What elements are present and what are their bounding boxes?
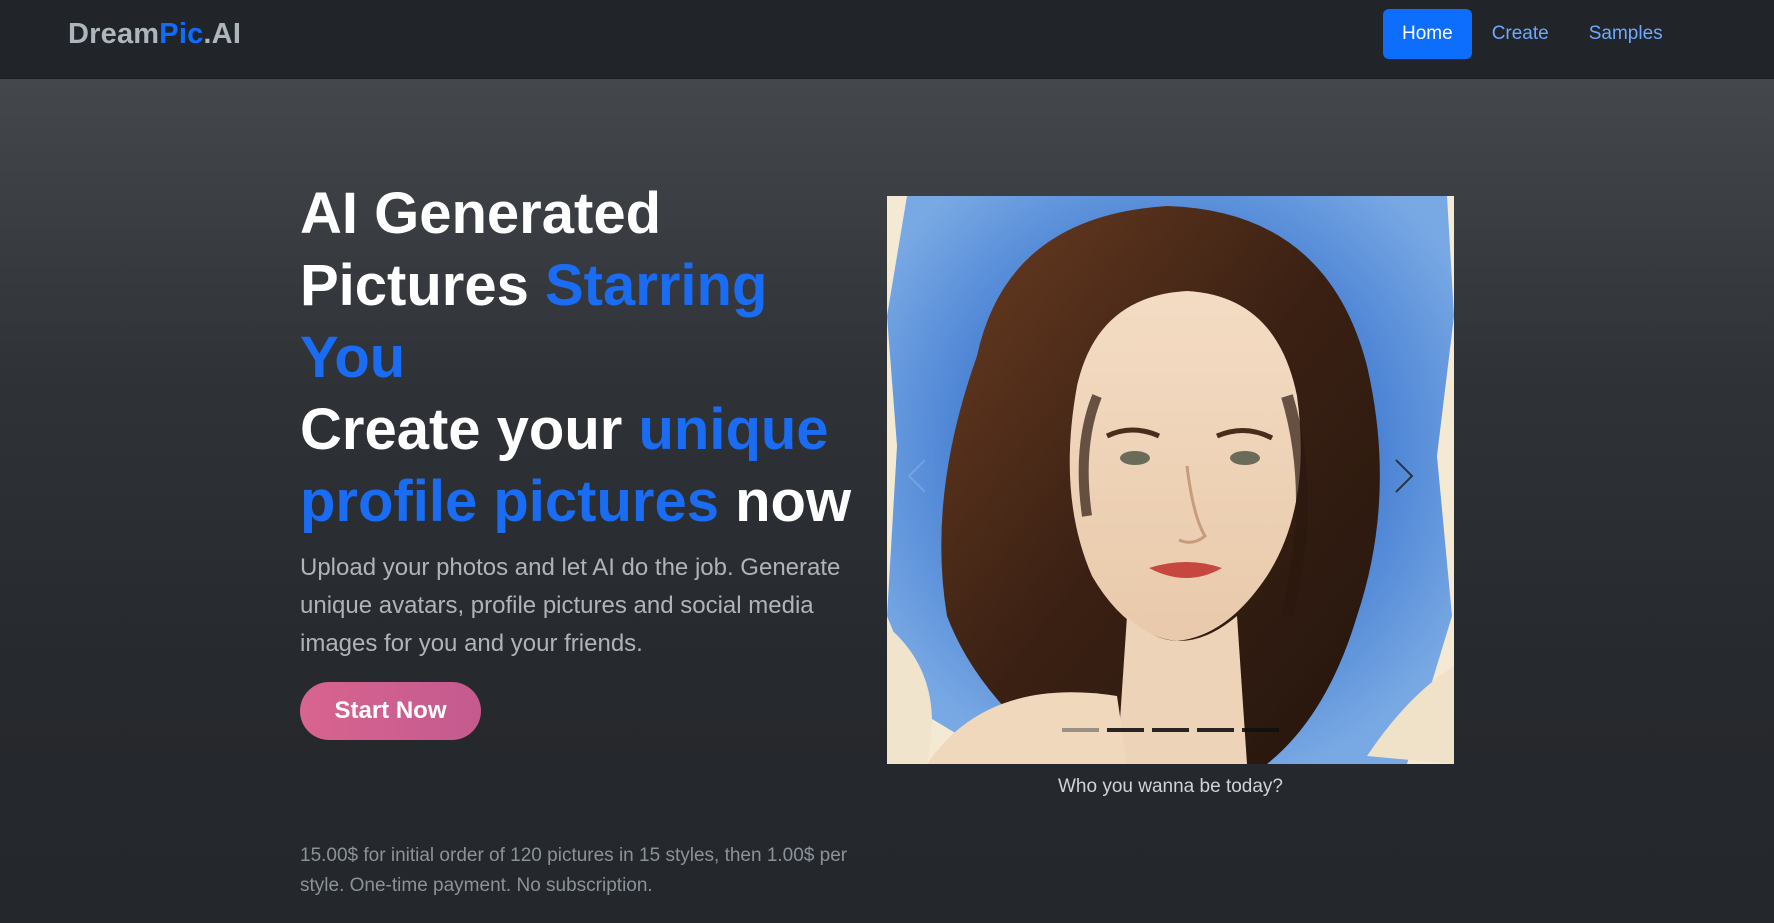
- portrait-image: [887, 196, 1454, 764]
- hero-headline: AI Generated Pictures Starring You Creat…: [300, 178, 890, 538]
- hero-lead-text: Upload your photos and let AI do the job…: [300, 554, 841, 657]
- top-navbar: DreamPic.AI Home Create Samples: [0, 0, 1774, 79]
- nav-create-link[interactable]: Create: [1473, 9, 1568, 59]
- headline-unique: unique: [638, 397, 829, 462]
- nav-samples-link[interactable]: Samples: [1570, 9, 1682, 59]
- start-now-button[interactable]: Start Now: [300, 682, 481, 740]
- brand-logo[interactable]: DreamPic.AI: [68, 18, 241, 51]
- brand-part-ai: .AI: [203, 18, 242, 50]
- carousel-indicator-2[interactable]: [1107, 728, 1144, 732]
- carousel-indicator-1[interactable]: [1062, 728, 1099, 732]
- carousel-next-button[interactable]: [1384, 446, 1424, 506]
- chevron-left-icon: [907, 459, 926, 493]
- carousel-indicator-3[interactable]: [1152, 728, 1189, 732]
- carousel-caption: Who you wanna be today?: [1058, 776, 1283, 797]
- brand-part-dream: Dream: [68, 18, 160, 50]
- headline-now: now: [718, 469, 852, 534]
- carousel-prev-button[interactable]: [897, 446, 937, 506]
- carousel-indicators: [887, 728, 1454, 732]
- headline-starring: Starring: [545, 253, 768, 318]
- headline-line-1: AI Generated: [300, 181, 661, 246]
- headline-create-your: Create your: [300, 397, 639, 462]
- nav-links: Home Create Samples: [1383, 9, 1682, 59]
- chevron-right-icon: [1395, 459, 1414, 493]
- headline-pictures: Pictures: [300, 253, 545, 318]
- carousel-indicator-4[interactable]: [1197, 728, 1234, 732]
- portrait-carousel: [887, 196, 1454, 764]
- carousel-indicator-5[interactable]: [1242, 728, 1279, 732]
- brand-part-pic: Pic: [159, 18, 204, 50]
- nav-home-link[interactable]: Home: [1383, 9, 1472, 59]
- pricing-note: 15.00$ for initial order of 120 pictures…: [300, 845, 848, 896]
- headline-profile-pictures: profile pictures: [300, 469, 719, 534]
- headline-you: You: [300, 325, 406, 390]
